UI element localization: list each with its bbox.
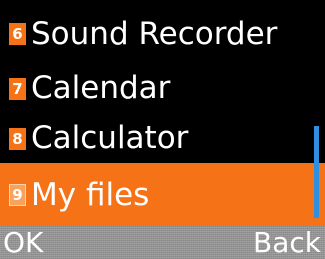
menu-item-number-badge: 7	[9, 78, 26, 100]
scrollbar-thumb[interactable]	[314, 126, 319, 218]
menu-item-number-badge: 6	[9, 23, 26, 45]
softkey-bar: OK Back	[0, 226, 325, 259]
menu-item-sound-recorder[interactable]: 6 Sound Recorder	[0, 4, 325, 60]
menu-item-label: Calendar	[31, 70, 171, 106]
menu-item-label: My files	[31, 177, 150, 213]
menu-item-calculator[interactable]: 8 Calculator	[0, 106, 325, 162]
ok-softkey[interactable]: OK	[3, 226, 43, 259]
menu-item-number-badge: 9	[9, 184, 26, 206]
phone-screen: 6 Sound Recorder 7 Calendar 8 Calculator…	[0, 0, 325, 259]
menu-item-number-badge: 8	[9, 128, 26, 150]
back-softkey[interactable]: Back	[253, 226, 321, 259]
menu-list: 6 Sound Recorder 7 Calendar 8 Calculator…	[0, 0, 325, 226]
menu-item-label: Calculator	[31, 120, 189, 156]
menu-item-label: Sound Recorder	[31, 16, 278, 52]
menu-item-my-files[interactable]: 9 My files	[0, 163, 325, 226]
